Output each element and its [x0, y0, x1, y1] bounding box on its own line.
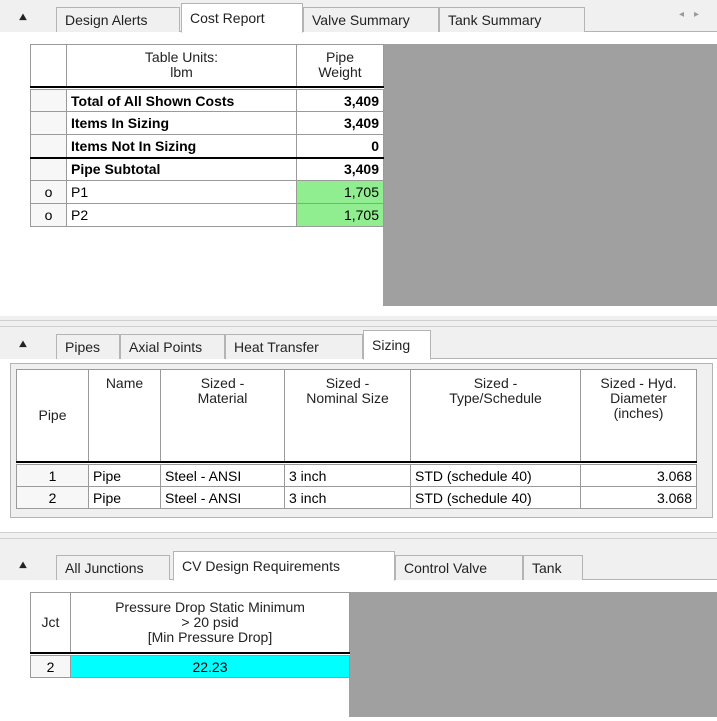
- sizing-panel: ⯅ Pipes Axial Points Heat Transfer Sizin…: [0, 327, 717, 532]
- row-marker: [30, 157, 67, 181]
- cost-report-panel: ⯅ Design Alerts Cost Report Valve Summar…: [0, 0, 717, 320]
- table-row: Total of All Shown Costs 3,409: [30, 89, 384, 112]
- table-units-header: Table Units: lbm: [66, 44, 297, 87]
- pipe-nominal-size[interactable]: 3 inch: [284, 464, 411, 487]
- pipe-header[interactable]: Pipe: [16, 369, 89, 462]
- panel2-content: Pipe Name Sized - Material Sized - Nominal…: [0, 359, 717, 532]
- pipe-name[interactable]: Pipe: [88, 486, 161, 509]
- table-row[interactable]: 2 Pipe Steel - ANSI 3 inch STD (schedule…: [16, 486, 697, 509]
- pipe-name[interactable]: Pipe: [88, 464, 161, 487]
- corner-cell: [30, 44, 67, 87]
- tab-heat-transfer[interactable]: Heat Transfer: [225, 334, 363, 359]
- table-row: Items Not In Sizing 0: [30, 134, 384, 159]
- panel1-tabbar: ⯅ Design Alerts Cost Report Valve Summar…: [0, 0, 717, 33]
- row-marker: [30, 111, 67, 135]
- panel1-content: Table Units: lbm Pipe Weight Total of All …: [0, 32, 717, 316]
- row-value: 3,409: [296, 89, 384, 112]
- pipe-type-schedule[interactable]: STD (schedule 40): [410, 464, 581, 487]
- row-value: 3,409: [296, 111, 384, 135]
- pipe-type-schedule[interactable]: STD (schedule 40): [410, 486, 581, 509]
- pipe-number[interactable]: 1: [16, 464, 89, 487]
- scroll-left-icon[interactable]: ◂: [679, 9, 694, 20]
- tab-tank[interactable]: Tank: [523, 555, 583, 580]
- cv-design-table: Jct Pressure Drop Static Minimum > 20 psi…: [30, 592, 350, 678]
- name-header[interactable]: Name: [88, 369, 161, 462]
- collapse-icon[interactable]: ⯅: [14, 556, 32, 574]
- type-schedule-header[interactable]: Sized - Type/Schedule: [410, 369, 581, 462]
- tab-pipes[interactable]: Pipes: [56, 334, 120, 359]
- pressure-drop-value[interactable]: 22.23: [70, 655, 350, 678]
- row-value: 0: [296, 134, 384, 159]
- row-label[interactable]: P1: [66, 180, 297, 204]
- row-value[interactable]: 1,705: [296, 203, 384, 227]
- panel3-tabbar: ⯅ All Junctions CV Design Requirements C…: [0, 548, 717, 581]
- collapse-icon[interactable]: ⯅: [14, 335, 32, 353]
- tab-cv-design-requirements[interactable]: CV Design Requirements: [173, 551, 395, 581]
- panel-splitter[interactable]: [0, 320, 717, 327]
- cost-report-table: Table Units: lbm Pipe Weight Total of All …: [30, 44, 384, 227]
- table-row[interactable]: 2 22.23: [30, 655, 350, 678]
- row-label: Items In Sizing: [66, 111, 297, 135]
- row-label: Items Not In Sizing: [66, 134, 297, 159]
- pressure-drop-header[interactable]: Pressure Drop Static Minimum > 20 psid [Mi…: [70, 592, 350, 653]
- tab-axial-points[interactable]: Axial Points: [120, 334, 225, 359]
- row-label: Pipe Subtotal: [66, 157, 297, 181]
- row-marker: [30, 134, 67, 159]
- row-label[interactable]: P2: [66, 203, 297, 227]
- tab-control-valve[interactable]: Control Valve: [395, 555, 523, 580]
- row-value: 3,409: [296, 157, 384, 181]
- row-marker: o: [30, 203, 67, 227]
- pipe-number[interactable]: 2: [16, 486, 89, 509]
- tab-all-junctions[interactable]: All Junctions: [56, 555, 170, 580]
- scroll-right-icon[interactable]: ▸: [694, 9, 709, 20]
- panel2-tabbar: ⯅ Pipes Axial Points Heat Transfer Sizin…: [0, 327, 717, 360]
- panel3-content: Jct Pressure Drop Static Minimum > 20 psi…: [0, 580, 717, 721]
- table-row[interactable]: o P1 1,705: [30, 180, 384, 204]
- junctions-panel: ⯅ All Junctions CV Design Requirements C…: [0, 539, 717, 721]
- jct-number[interactable]: 2: [30, 655, 71, 678]
- table-row: Items In Sizing 3,409: [30, 111, 384, 135]
- pipe-weight-header[interactable]: Pipe Weight: [296, 44, 384, 87]
- hyd-diameter-header[interactable]: Sized - Hyd. Diameter (inches): [580, 369, 697, 462]
- empty-grid-area: [349, 592, 717, 717]
- row-marker: [30, 89, 67, 112]
- tab-design-alerts[interactable]: Design Alerts: [56, 7, 180, 32]
- table-row[interactable]: o P2 1,705: [30, 203, 384, 227]
- pipe-hyd-diameter[interactable]: 3.068: [580, 464, 697, 487]
- row-label: Total of All Shown Costs: [66, 89, 297, 112]
- tab-scroll-arrows[interactable]: ◂▸: [679, 9, 709, 20]
- empty-grid-area: [383, 44, 717, 306]
- row-value[interactable]: 1,705: [296, 180, 384, 204]
- panel-splitter[interactable]: [0, 532, 717, 539]
- tab-sizing[interactable]: Sizing: [363, 330, 431, 360]
- collapse-icon[interactable]: ⯅: [14, 8, 32, 26]
- tab-cost-report[interactable]: Cost Report: [181, 3, 303, 33]
- pipe-material[interactable]: Steel - ANSI: [160, 464, 285, 487]
- pipe-nominal-size[interactable]: 3 inch: [284, 486, 411, 509]
- jct-header[interactable]: Jct: [30, 592, 71, 653]
- material-header[interactable]: Sized - Material: [160, 369, 285, 462]
- sizing-table: Pipe Name Sized - Material Sized - Nominal…: [16, 369, 697, 509]
- row-marker: o: [30, 180, 67, 204]
- pipe-hyd-diameter[interactable]: 3.068: [580, 486, 697, 509]
- tab-tank-summary[interactable]: Tank Summary: [439, 7, 585, 32]
- tab-valve-summary[interactable]: Valve Summary: [303, 7, 439, 32]
- nominal-size-header[interactable]: Sized - Nominal Size: [284, 369, 411, 462]
- pipe-material[interactable]: Steel - ANSI: [160, 486, 285, 509]
- table-row[interactable]: 1 Pipe Steel - ANSI 3 inch STD (schedule…: [16, 464, 697, 487]
- table-row: Pipe Subtotal 3,409: [30, 157, 384, 181]
